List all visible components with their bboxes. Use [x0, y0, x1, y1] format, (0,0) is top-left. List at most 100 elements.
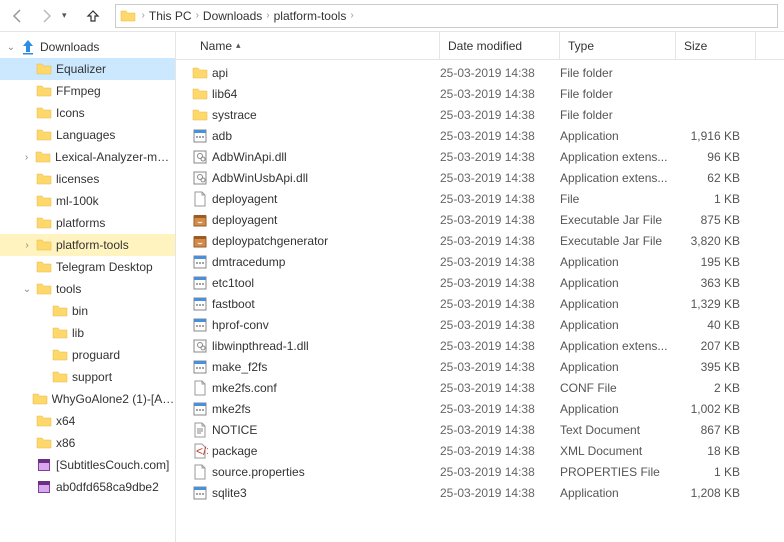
file-name: sqlite3 — [212, 486, 247, 500]
tree-item[interactable]: ›x86 — [0, 432, 175, 454]
folder-icon — [52, 347, 68, 363]
file-name: dmtracedump — [212, 255, 285, 269]
tree-item[interactable]: ›bin — [0, 300, 175, 322]
file-row[interactable]: sqlite325-03-2019 14:38Application1,208 … — [192, 482, 784, 503]
file-row[interactable]: AdbWinApi.dll25-03-2019 14:38Application… — [192, 146, 784, 167]
breadcrumb-seg[interactable]: Downloads — [201, 9, 264, 23]
file-size: 395 KB — [676, 360, 756, 374]
file-row[interactable]: deployagent25-03-2019 14:38File1 KB — [192, 188, 784, 209]
file-type: File folder — [560, 87, 676, 101]
folder-icon — [120, 8, 136, 24]
file-row[interactable]: make_f2fs25-03-2019 14:38Application395 … — [192, 356, 784, 377]
txt-icon — [192, 422, 208, 438]
exe-icon — [192, 296, 208, 312]
tree-item[interactable]: ›ml-100k — [0, 190, 175, 212]
folder-icon — [52, 369, 68, 385]
exe-icon — [192, 275, 208, 291]
tree-item-label: ml-100k — [56, 194, 99, 208]
folder-tree[interactable]: ⌄Downloads›Equalizer›FFmpeg›Icons›Langua… — [0, 32, 176, 542]
file-row[interactable]: dmtracedump 25-03-2019 14:38Application19… — [192, 251, 784, 272]
back-button[interactable] — [6, 4, 30, 28]
forward-button[interactable] — [34, 4, 58, 28]
file-type: Application — [560, 255, 676, 269]
tree-item[interactable]: ›Lexical-Analyzer-master — [0, 146, 175, 168]
tree-item[interactable]: ›support — [0, 366, 175, 388]
up-button[interactable] — [81, 4, 105, 28]
tree-item[interactable]: ⌄Downloads — [0, 36, 175, 58]
column-size[interactable]: Size — [676, 32, 756, 59]
tree-item[interactable]: ›ab0dfd658ca9dbe2 — [0, 476, 175, 498]
tree-item[interactable]: ›Equalizer — [0, 58, 175, 80]
chevron-down-icon[interactable]: ⌄ — [20, 284, 34, 295]
tree-item-label: Equalizer — [56, 62, 106, 76]
file-size: 62 KB — [676, 171, 756, 185]
file-row[interactable]: systrace25-03-2019 14:38File folder — [192, 104, 784, 125]
file-size: 1,916 KB — [676, 129, 756, 143]
file-row[interactable]: etc1tool25-03-2019 14:38Application363 K… — [192, 272, 784, 293]
folder-icon — [36, 259, 52, 275]
tree-item[interactable]: ›licenses — [0, 168, 175, 190]
file-row[interactable]: source.properties25-03-2019 14:38PROPERT… — [192, 461, 784, 482]
file-size: 363 KB — [676, 276, 756, 290]
chevron-right-icon[interactable]: › — [20, 152, 33, 163]
tree-item[interactable]: ›x64 — [0, 410, 175, 432]
history-dropdown[interactable]: ▾ — [62, 10, 67, 21]
file-icon — [192, 464, 208, 480]
column-type[interactable]: Type — [560, 32, 676, 59]
column-name[interactable]: Name▴ — [192, 32, 440, 59]
file-name: libwinpthread-1.dll — [212, 339, 309, 353]
file-row[interactable]: lib6425-03-2019 14:38File folder — [192, 83, 784, 104]
tree-item[interactable]: ›Telegram Desktop — [0, 256, 175, 278]
folder-icon — [36, 281, 52, 297]
chevron-down-icon[interactable]: ⌄ — [4, 42, 18, 53]
exe-icon — [192, 317, 208, 333]
file-icon — [192, 191, 208, 207]
tree-item[interactable]: ›proguard — [0, 344, 175, 366]
tree-item[interactable]: ›WhyGoAlone2 (1)-[AudioTrimmer] — [0, 388, 175, 410]
file-row[interactable]: package25-03-2019 14:38XML Document18 KB — [192, 440, 784, 461]
file-list[interactable]: api25-03-2019 14:38File folderlib6425-03… — [176, 60, 784, 542]
file-row[interactable]: NOTICE25-03-2019 14:38Text Document867 K… — [192, 419, 784, 440]
address-bar[interactable]: › This PC › Downloads › platform-tools › — [115, 4, 778, 28]
file-date: 25-03-2019 14:38 — [440, 213, 560, 227]
file-date: 25-03-2019 14:38 — [440, 465, 560, 479]
tree-item[interactable]: ›platform-tools — [0, 234, 175, 256]
tree-item-label: x86 — [56, 436, 75, 450]
file-row[interactable]: mke2fs.conf25-03-2019 14:38CONF File2 KB — [192, 377, 784, 398]
file-row[interactable]: mke2fs25-03-2019 14:38Application1,002 K… — [192, 398, 784, 419]
tree-item[interactable]: ›FFmpeg — [0, 80, 175, 102]
exe-icon — [192, 401, 208, 417]
column-date[interactable]: Date modified — [440, 32, 560, 59]
chevron-right-icon[interactable]: › — [20, 240, 34, 251]
file-date: 25-03-2019 14:38 — [440, 255, 560, 269]
tree-item-label: Telegram Desktop — [56, 260, 153, 274]
tree-item[interactable]: ›platforms — [0, 212, 175, 234]
file-row[interactable]: fastboot25-03-2019 14:38Application1,329… — [192, 293, 784, 314]
file-row[interactable]: libwinpthread-1.dll25-03-2019 14:38Appli… — [192, 335, 784, 356]
file-size: 2 KB — [676, 381, 756, 395]
file-name: adb — [212, 129, 232, 143]
breadcrumb-seg[interactable]: This PC — [147, 9, 194, 23]
tree-item-label: lib — [72, 326, 84, 340]
file-row[interactable]: api25-03-2019 14:38File folder — [192, 62, 784, 83]
file-row[interactable]: deploypatchgenerator25-03-2019 14:38Exec… — [192, 230, 784, 251]
file-row[interactable]: AdbWinUsbApi.dll25-03-2019 14:38Applicat… — [192, 167, 784, 188]
file-row[interactable]: hprof-conv25-03-2019 14:38Application40 … — [192, 314, 784, 335]
file-size: 195 KB — [676, 255, 756, 269]
tree-item[interactable]: ›lib — [0, 322, 175, 344]
exe-icon — [192, 254, 208, 270]
file-type: Executable Jar File — [560, 234, 676, 248]
tree-item[interactable]: ›[SubtitlesCouch.com] — [0, 454, 175, 476]
tree-item-label: proguard — [72, 348, 120, 362]
tree-item[interactable]: ⌄tools — [0, 278, 175, 300]
file-date: 25-03-2019 14:38 — [440, 150, 560, 164]
tree-item[interactable]: ›Languages — [0, 124, 175, 146]
breadcrumb-seg[interactable]: platform-tools — [272, 9, 349, 23]
tree-item[interactable]: ›Icons — [0, 102, 175, 124]
file-row[interactable]: deployagent25-03-2019 14:38Executable Ja… — [192, 209, 784, 230]
file-size: 1 KB — [676, 465, 756, 479]
xml-icon — [192, 443, 208, 459]
file-row[interactable]: adb25-03-2019 14:38Application1,916 KB — [192, 125, 784, 146]
folder-icon — [36, 83, 52, 99]
file-date: 25-03-2019 14:38 — [440, 297, 560, 311]
